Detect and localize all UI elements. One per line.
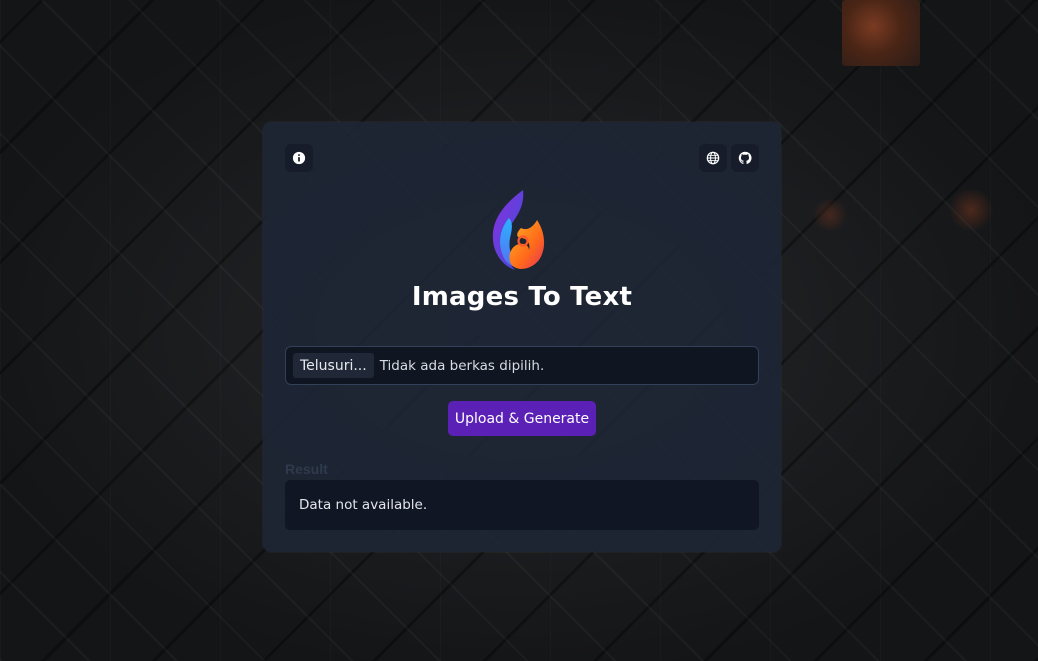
background-rust-patch [946, 190, 996, 230]
file-status-text: Tidak ada berkas dipilih. [379, 357, 545, 374]
globe-icon [706, 151, 720, 165]
language-button[interactable] [699, 144, 727, 172]
main-card: Images To Text Telusuri... Tidak ada ber… [263, 122, 781, 552]
info-icon [292, 151, 306, 165]
background-rust-patch [842, 0, 920, 66]
result-label: Result [285, 461, 328, 477]
app-logo [492, 190, 545, 270]
github-icon [738, 151, 752, 165]
file-input[interactable]: Telusuri... Tidak ada berkas dipilih. [285, 346, 759, 385]
info-button[interactable] [285, 144, 313, 172]
background-rust-patch [810, 200, 850, 230]
github-button[interactable] [731, 144, 759, 172]
upload-generate-button[interactable]: Upload & Generate [448, 401, 596, 436]
browse-button[interactable]: Telusuri... [293, 353, 374, 378]
result-output: Data not available. [285, 480, 759, 530]
page-title: Images To Text [411, 282, 633, 312]
